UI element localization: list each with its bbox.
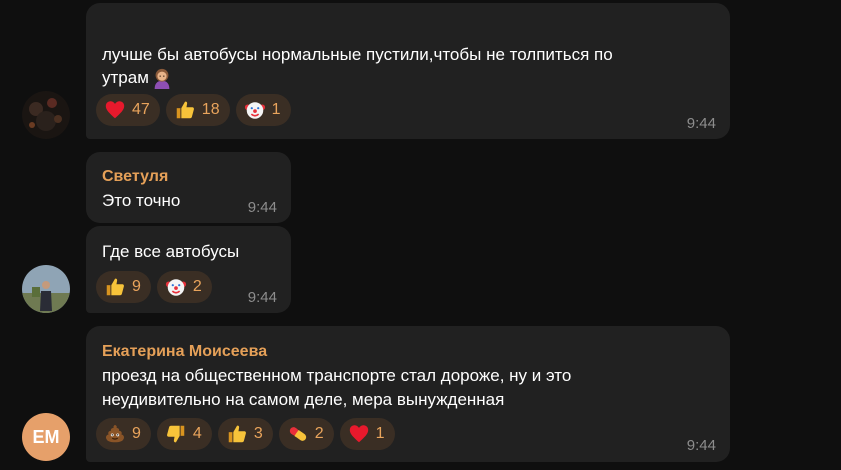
reaction-thumbs-up[interactable]: 18 (165, 94, 230, 126)
reaction-count: 18 (201, 101, 220, 118)
woman-gesturing-emoji-icon (154, 68, 170, 89)
thumbs-down-icon (165, 423, 187, 445)
reaction-heart[interactable]: 1 (339, 418, 395, 450)
thumbs-up-icon (226, 423, 248, 445)
message-bubble[interactable]: лучше бы автобусы нормальные пустили,что… (86, 3, 730, 139)
reaction-count: 9 (132, 425, 141, 442)
message-text: Где все автобусы (102, 242, 240, 261)
reactions-row: 9 2 (96, 271, 212, 303)
avatar[interactable] (22, 265, 70, 313)
reaction-count: 2 (192, 278, 202, 295)
message-time: 9:44 (686, 115, 716, 132)
message-time: 9:44 (247, 199, 277, 216)
message-bubble[interactable]: Где все автобусы 9 2 9:44 (86, 226, 291, 313)
reaction-heart[interactable]: 47 (96, 94, 160, 126)
message-text-line1: лучше бы автобусы нормальные пустили,что… (102, 45, 613, 64)
reaction-pill[interactable]: 2 (278, 418, 334, 450)
message-text-line1: проезд на общественном транспорте стал д… (102, 366, 572, 385)
pill-icon (287, 423, 309, 445)
reaction-clown[interactable]: 2 (156, 271, 212, 303)
message-time: 9:44 (686, 437, 716, 454)
clown-face-icon (165, 276, 187, 298)
reaction-thumbs-down[interactable]: 4 (156, 418, 212, 450)
reaction-count: 1 (271, 101, 281, 118)
avatar-photo (22, 265, 70, 313)
reaction-count: 47 (132, 101, 150, 118)
reaction-count: 4 (192, 425, 202, 442)
message-bubble[interactable]: Екатерина Моисеева проезд на общественно… (86, 326, 730, 462)
reaction-count: 1 (375, 425, 385, 442)
avatar[interactable]: ЕМ (22, 413, 70, 461)
avatar[interactable] (22, 91, 70, 139)
reaction-clown[interactable]: 1 (235, 94, 291, 126)
reactions-row: 47 18 1 (96, 94, 291, 126)
message-author[interactable]: Светуля (102, 168, 168, 186)
message-text-line2: неудивительно на самом деле, мера вынужд… (102, 390, 505, 409)
message-text: Это точно (102, 191, 181, 210)
message-text-line2: утрам (102, 66, 173, 90)
reaction-thumbs-up[interactable]: 3 (217, 418, 273, 450)
clown-face-icon (244, 99, 266, 121)
reaction-count: 3 (253, 425, 263, 442)
reaction-count: 2 (314, 425, 324, 442)
thumbs-up-icon (104, 276, 126, 298)
message-bubble[interactable]: Светуля Это точно 9:44 (86, 152, 291, 223)
reaction-poo[interactable]: 9 (96, 418, 151, 450)
reactions-row: 9 4 3 2 1 (96, 418, 395, 450)
reaction-count: 9 (132, 278, 141, 295)
avatar-photo (22, 91, 70, 139)
thumbs-up-icon (174, 99, 196, 121)
heart-icon (104, 99, 126, 121)
message-author[interactable]: Екатерина Моисеева (102, 343, 267, 361)
reaction-thumbs-up[interactable]: 9 (96, 271, 151, 303)
pile-of-poo-icon (104, 423, 126, 445)
message-time: 9:44 (247, 289, 277, 306)
heart-icon (348, 423, 370, 445)
